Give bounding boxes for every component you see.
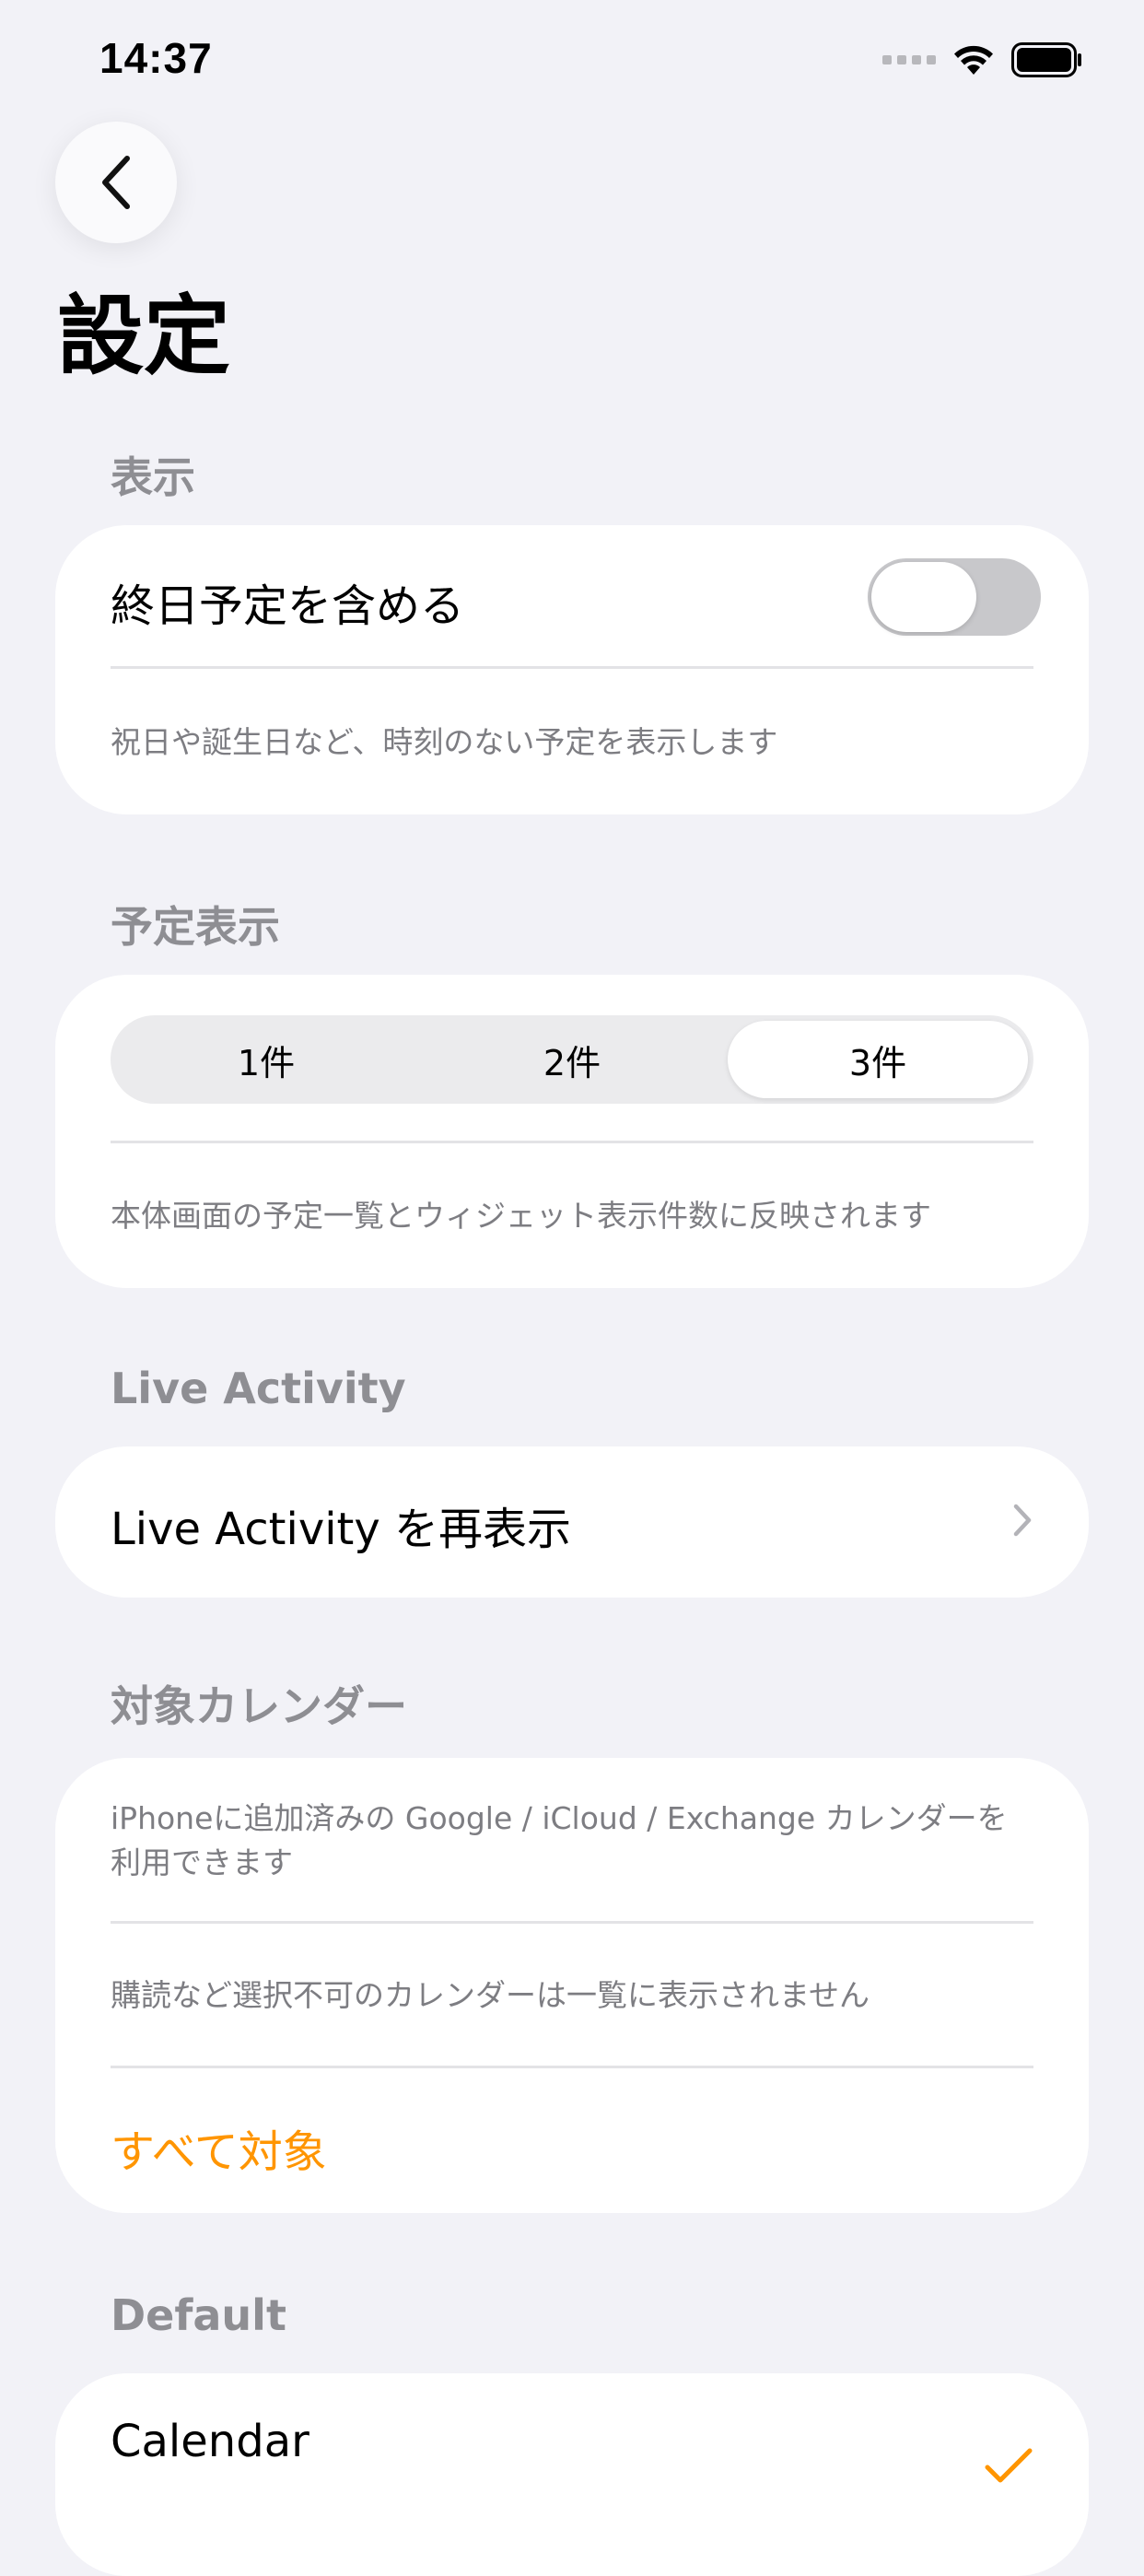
event-count-segmented-control: 1件 2件 3件: [111, 1015, 1033, 1104]
chevron-right-icon: [1013, 1504, 1032, 1537]
default-card: Calendar: [55, 2373, 1089, 2576]
wifi-icon: [954, 45, 993, 75]
status-bar: 14:37: [0, 0, 1144, 120]
display-card: 終日予定を含める 祝日や誕生日など、時刻のない予定を表示します: [55, 525, 1089, 814]
status-time: 14:37: [99, 34, 213, 82]
status-icons: [882, 42, 1083, 77]
section-header-live-activity: Live Activity: [111, 1364, 406, 1413]
segment-3-selected[interactable]: 3件: [728, 1021, 1028, 1098]
section-header-default: Default: [111, 2290, 286, 2340]
back-button[interactable]: [55, 122, 177, 243]
section-header-event-count: 予定表示: [111, 902, 280, 952]
segment-1[interactable]: 1件: [116, 1021, 416, 1098]
checkmark-icon: [985, 2448, 1033, 2483]
calendars-note-1: iPhoneに追加済みの Google / iCloud / Exchange …: [111, 1797, 1008, 1885]
divider: [111, 1921, 1033, 1924]
toggle-knob: [871, 562, 976, 632]
event-count-footnote: 本体画面の予定一覧とウィジェット表示件数に反映されます: [111, 1198, 931, 1234]
chevron-left-icon: [102, 156, 130, 209]
divider: [111, 2066, 1033, 2068]
display-footnote: 祝日や誕生日など、時刻のない予定を表示します: [111, 724, 778, 760]
cellular-signal-icon: [882, 55, 936, 64]
section-header-display: 表示: [111, 452, 195, 502]
all-day-toggle[interactable]: [868, 558, 1041, 636]
segment-2[interactable]: 2件: [422, 1021, 722, 1098]
section-header-calendars: 対象カレンダー: [111, 1681, 407, 1731]
calendars-card: iPhoneに追加済みの Google / iCloud / Exchange …: [55, 1758, 1089, 2213]
calendars-note-1-line-1: iPhoneに追加済みの Google / iCloud / Exchange …: [111, 1800, 1008, 1836]
live-activity-card[interactable]: Live Activity を再表示: [55, 1446, 1089, 1598]
all-day-label: 終日予定を含める: [111, 580, 465, 632]
page-title: 設定: [57, 287, 231, 387]
select-all-button[interactable]: すべて対象: [111, 2115, 327, 2180]
calendars-note-2: 購読など選択不可のカレンダーは一覧に表示されません: [111, 1977, 870, 2013]
event-count-card: 1件 2件 3件 本体画面の予定一覧とウィジェット表示件数に反映されます: [55, 975, 1089, 1288]
calendar-item-label[interactable]: Calendar: [111, 2416, 309, 2467]
divider: [111, 1141, 1033, 1143]
live-activity-redisplay-label: Live Activity を再表示: [111, 1504, 572, 1555]
calendars-note-1-line-2: 利用できます: [111, 1844, 293, 1880]
battery-icon: [1011, 42, 1081, 77]
divider: [111, 666, 1033, 669]
